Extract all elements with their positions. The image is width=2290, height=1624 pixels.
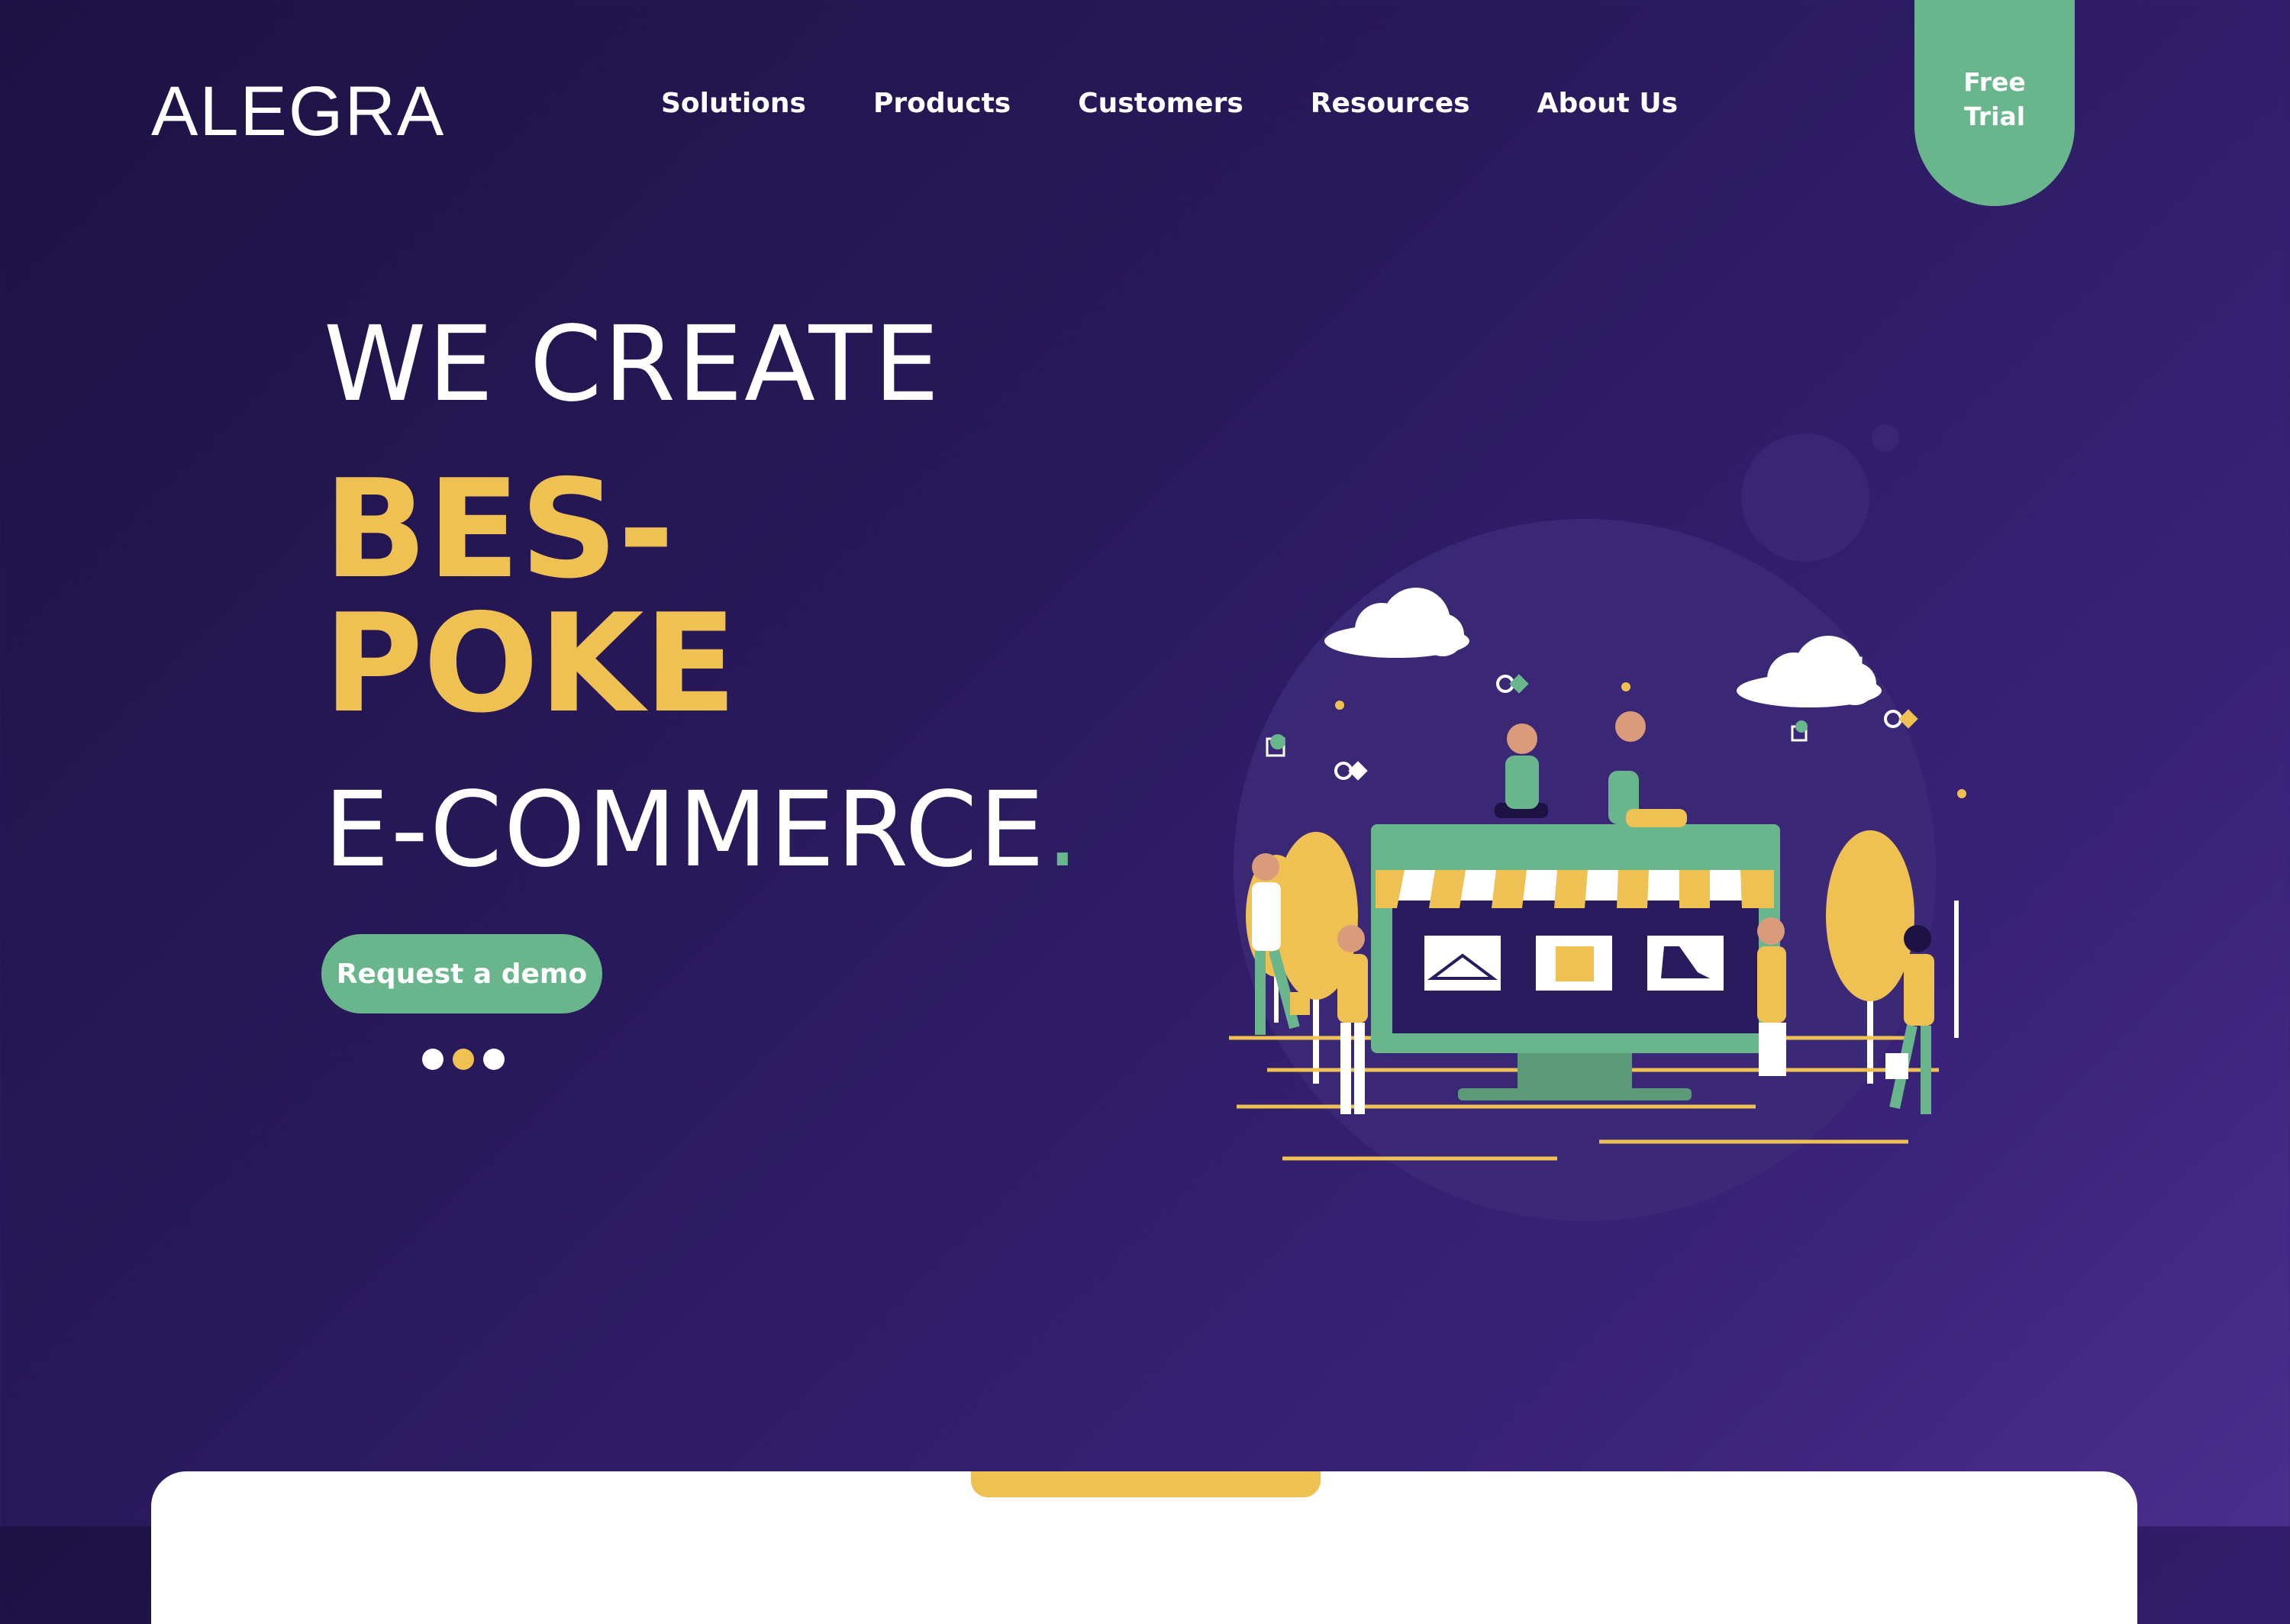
free-trial-label-line1: Free	[1963, 67, 2026, 98]
nav-about-us[interactable]: About Us	[1537, 90, 1678, 118]
nav-resources[interactable]: Resources	[1311, 90, 1470, 118]
hero-highlight-line1: BES-	[324, 450, 675, 608]
carousel-dots	[422, 1049, 505, 1070]
carousel-dot-3[interactable]	[483, 1049, 505, 1070]
nav-customers[interactable]: Customers	[1078, 90, 1243, 118]
storefront-illustration	[1229, 424, 1966, 1221]
carousel-dot-2[interactable]	[453, 1049, 474, 1070]
nav-solutions[interactable]: Solutions	[661, 90, 806, 118]
hero-heading-line1: WE CREATE	[324, 304, 941, 425]
free-trial-label-line2: Trial	[1963, 102, 2026, 131]
hero-highlight: BES- POKE	[324, 450, 737, 743]
free-trial-button[interactable]: Free Trial	[1914, 0, 2075, 206]
hero-highlight-line2: POKE	[324, 585, 737, 743]
logo[interactable]: ALEGRA	[151, 76, 445, 147]
nav-products[interactable]: Products	[873, 90, 1011, 118]
hero-heading-line3: E-COMMERCE.	[324, 778, 1080, 882]
main-nav: Solutions Products Customers Resources A…	[661, 90, 1678, 118]
hero-line3-text: E-COMMERCE	[324, 770, 1047, 891]
gift-icon	[1556, 946, 1594, 981]
hero-line3-dot: .	[1046, 770, 1081, 891]
carousel-dot-1[interactable]	[422, 1049, 443, 1070]
content-card-tab	[971, 1471, 1321, 1497]
request-demo-button[interactable]: Request a demo	[321, 934, 602, 1013]
